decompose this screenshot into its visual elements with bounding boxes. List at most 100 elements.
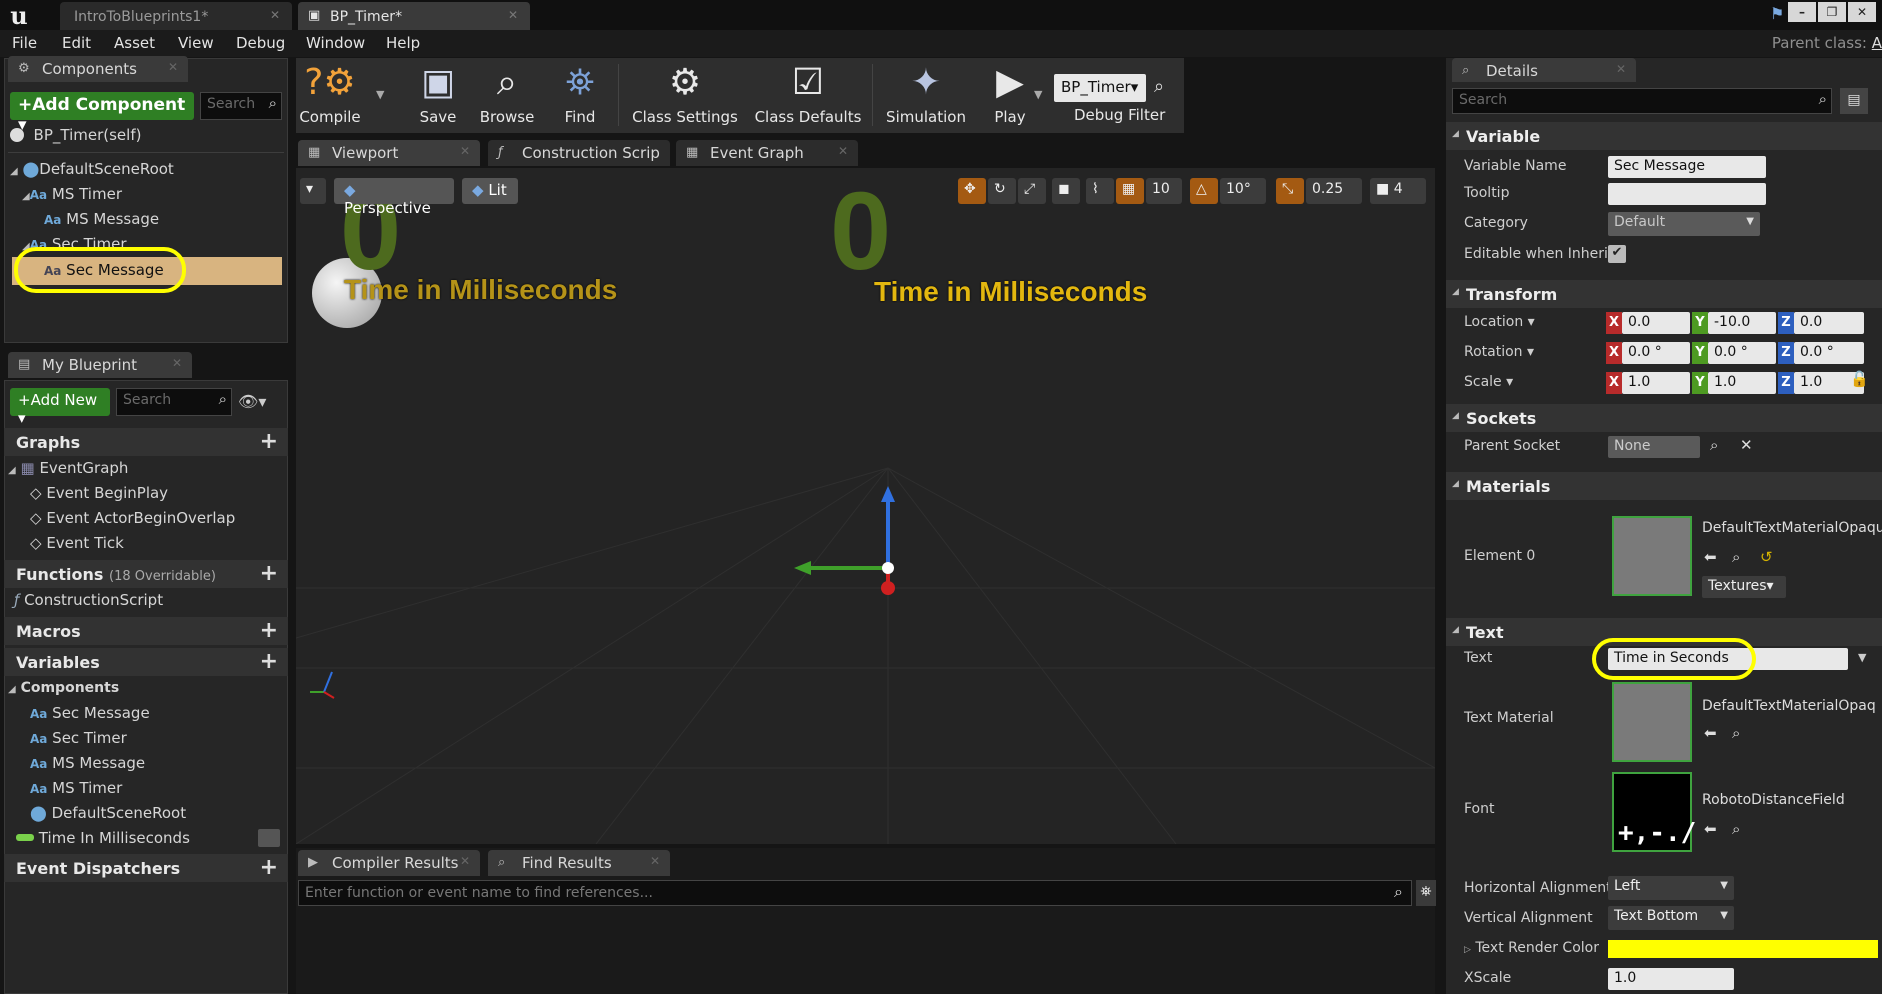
close-icon[interactable]: ✕ — [460, 144, 470, 158]
play-options-arrow-icon[interactable]: ▼ — [1034, 88, 1042, 101]
parent-class-link[interactable]: A — [1872, 34, 1882, 52]
use-selected-arrow-icon[interactable]: ⬅ — [1704, 724, 1717, 742]
text-material-thumbnail[interactable] — [1612, 682, 1692, 762]
tab-components[interactable]: ⚙ Components ✕ — [8, 56, 188, 82]
var-sec-timer[interactable]: Aa Sec Timer — [30, 729, 127, 747]
add-new-button[interactable]: +Add New ▾ — [10, 388, 110, 427]
tab-details[interactable]: ⌕ Details ✕ — [1452, 58, 1636, 82]
simulation-button[interactable]: ✦ Simulation — [880, 58, 972, 133]
location-label[interactable]: Location ▾ — [1464, 314, 1535, 330]
add-variable-icon[interactable]: + — [260, 649, 278, 674]
variable-name-input[interactable]: Sec Message — [1608, 156, 1766, 178]
valign-select[interactable]: Text Bottom — [1608, 906, 1734, 930]
editable-checkbox[interactable]: ✔ — [1608, 245, 1626, 263]
minimize-button[interactable]: – — [1788, 2, 1816, 22]
item-event-tick[interactable]: ◇ Event Tick — [30, 534, 124, 552]
scale-icon[interactable]: ⤢ — [1018, 178, 1046, 204]
search-icon[interactable]: ⌕ — [1710, 436, 1718, 454]
find-references-input[interactable]: Enter function or event name to find ref… — [298, 880, 1412, 906]
debug-object-select[interactable]: BP_Timer▾ — [1054, 74, 1146, 102]
tab-my-blueprint[interactable]: ▤ My Blueprint ✕ — [8, 352, 192, 378]
sec-message-text[interactable]: Time in Milliseconds — [874, 276, 1147, 308]
close-window-button[interactable]: ✕ — [1848, 2, 1876, 22]
text-options-arrow-icon[interactable]: ▼ — [1858, 651, 1866, 664]
details-search-input[interactable]: Search ⌕ — [1452, 88, 1832, 114]
close-icon[interactable]: ✕ — [460, 854, 470, 868]
class-defaults-button[interactable]: ☑ Class Defaults — [748, 58, 868, 133]
components-search-input[interactable]: Search ⌕ — [200, 92, 282, 120]
var-sec-message[interactable]: Aa Sec Message — [30, 704, 150, 722]
rotation-y-input[interactable]: 0.0 ° — [1708, 342, 1776, 364]
tab-introtoblueprints[interactable]: IntroToBlueprints1* ✕ — [60, 2, 292, 30]
text-render-color-label[interactable]: ▷ Text Render Color — [1464, 940, 1599, 956]
tab-bp-timer[interactable]: ▣ BP_Timer* ✕ — [298, 2, 530, 30]
item-construction-script[interactable]: ƒ ConstructionScript — [14, 591, 163, 609]
play-button[interactable]: ▶ Play — [980, 58, 1040, 133]
scale-y-input[interactable]: 1.0 — [1708, 372, 1776, 394]
property-matrix-icon[interactable]: ▤ — [1840, 88, 1868, 114]
reset-icon[interactable]: ↺ — [1760, 548, 1773, 566]
category-components[interactable]: ◢ Components — [8, 680, 119, 696]
section-transform[interactable]: Transform — [1446, 280, 1882, 308]
expand-arrow-icon[interactable]: ◢ — [10, 166, 18, 177]
coordinate-system-icon[interactable]: ◼ — [1052, 178, 1080, 204]
class-settings-button[interactable]: ⚙ Class Settings — [626, 58, 744, 133]
use-selected-arrow-icon[interactable]: ⬅ — [1704, 820, 1717, 838]
font-name[interactable]: RobotoDistanceField — [1702, 792, 1845, 808]
menu-view[interactable]: View — [178, 34, 214, 52]
find-button[interactable]: ⛯ Find — [546, 58, 614, 133]
section-event-dispatchers[interactable]: Event Dispatchers + — [4, 854, 288, 882]
section-variable[interactable]: Variable — [1446, 122, 1882, 150]
blueprint-search-input[interactable]: Search ⌕ — [116, 388, 232, 416]
tab-event-graph[interactable]: ▦ Event Graph ✕ — [676, 140, 858, 166]
add-function-icon[interactable]: + — [260, 561, 278, 586]
browse-icon[interactable]: ⌕ — [1732, 820, 1740, 838]
font-thumbnail[interactable]: +,-./ — [1612, 772, 1696, 852]
location-y-input[interactable]: -10.0 — [1708, 312, 1776, 334]
section-variables[interactable]: Variables + — [4, 648, 288, 676]
surface-snap-icon[interactable]: ⌇ — [1086, 178, 1114, 204]
scale-x-input[interactable]: 1.0 — [1622, 372, 1690, 394]
location-x-input[interactable]: 0.0 — [1622, 312, 1690, 334]
camera-speed-button[interactable]: ■ 4 — [1370, 178, 1426, 204]
xscale-input[interactable]: 1.0 — [1608, 968, 1734, 990]
tab-compiler-results[interactable]: ▶ Compiler Results ✕ — [298, 850, 480, 876]
text-render-color-swatch[interactable] — [1608, 940, 1878, 958]
tree-item-ms-message[interactable]: Aa MS Message — [44, 210, 159, 228]
add-graph-icon[interactable]: + — [260, 429, 278, 454]
scale-snap-icon[interactable]: ⤡ — [1276, 178, 1304, 204]
close-icon[interactable]: ✕ — [168, 60, 178, 74]
item-eventgraph[interactable]: ◢ ▦ EventGraph — [8, 459, 128, 477]
category-select[interactable]: Default — [1608, 212, 1760, 236]
viewport[interactable]: 0 Time in Milliseconds 0 Time in Millise… — [296, 168, 1435, 844]
compile-button[interactable]: ?⚙ Compile — [296, 58, 364, 133]
rotation-snap-value[interactable]: 10° — [1220, 178, 1266, 204]
menu-window[interactable]: Window — [306, 34, 365, 52]
rotation-x-input[interactable]: 0.0 ° — [1622, 342, 1690, 364]
search-icon[interactable]: ⌕ — [1154, 76, 1164, 97]
var-time-in-milliseconds[interactable]: Time In Milliseconds — [16, 829, 190, 847]
close-icon[interactable]: ✕ — [1616, 62, 1626, 76]
menu-help[interactable]: Help — [386, 34, 420, 52]
browse-icon[interactable]: ⌕ — [1732, 724, 1740, 742]
rotate-icon[interactable]: ↻ — [988, 178, 1016, 204]
parent-socket-input[interactable]: None — [1608, 436, 1700, 458]
tree-item-defaultsceneroot[interactable]: ◢ ⬤DefaultSceneRoot — [10, 160, 174, 178]
rotation-label[interactable]: Rotation ▾ — [1464, 344, 1534, 360]
translate-icon[interactable]: ✥ — [958, 178, 986, 204]
text-material-name[interactable]: DefaultTextMaterialOpaq — [1702, 698, 1876, 714]
browse-icon[interactable]: ⌕ — [1732, 548, 1740, 566]
textures-dropdown[interactable]: Textures▾ — [1702, 576, 1786, 598]
close-icon[interactable]: ✕ — [650, 854, 660, 868]
scale-label[interactable]: Scale ▾ — [1464, 374, 1513, 390]
close-icon[interactable]: ✕ — [508, 8, 518, 22]
tab-construction-script[interactable]: ƒ Construction Scrip — [488, 140, 670, 166]
feedback-icon[interactable]: ⚑ — [1770, 4, 1784, 23]
compile-options-arrow-icon[interactable]: ▼ — [376, 88, 384, 101]
menu-asset[interactable]: Asset — [114, 34, 155, 52]
use-selected-arrow-icon[interactable]: ⬅ — [1704, 548, 1717, 566]
location-z-input[interactable]: 0.0 — [1794, 312, 1864, 334]
viewport-options-button[interactable]: ▾ — [300, 178, 326, 204]
menu-edit[interactable]: Edit — [62, 34, 91, 52]
self-row[interactable]: BP_Timer(self) — [10, 126, 141, 144]
